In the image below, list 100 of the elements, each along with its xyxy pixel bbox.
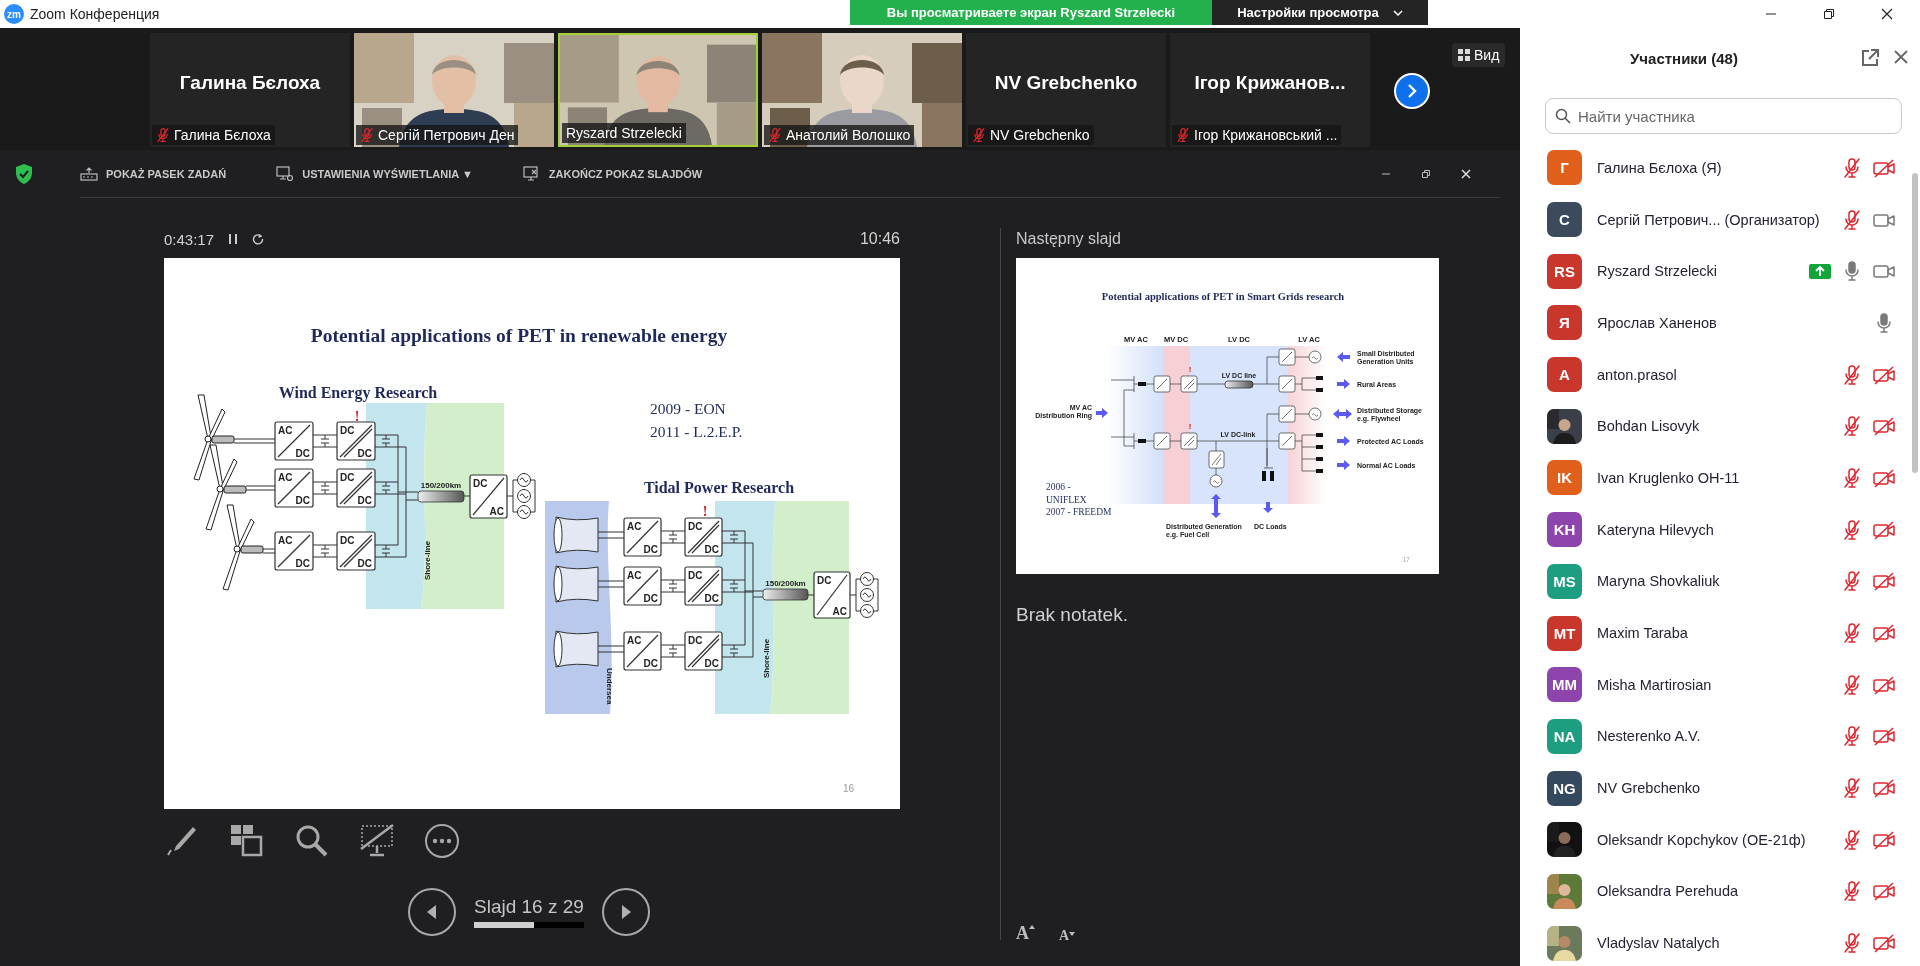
view-button[interactable]: Вид	[1452, 43, 1506, 67]
search-field[interactable]: Найти участника	[1545, 98, 1902, 134]
participant-name[interactable]: Nesterenko A.V.	[1597, 728, 1701, 745]
muted-mic-icon[interactable]	[1842, 622, 1862, 645]
muted-mic-icon[interactable]	[1842, 828, 1862, 851]
undersea-label: Undersea	[605, 668, 614, 705]
view-options-button[interactable]: Настройки просмотра	[1212, 0, 1428, 25]
participant-name[interactable]: Ryszard Strzelecki	[1597, 263, 1718, 280]
converter-label: AC	[278, 425, 293, 436]
scrollbar[interactable]	[1912, 173, 1918, 473]
participant-name[interactable]: Oleksandr Kopchykov (ОЕ-21ф)	[1597, 831, 1806, 848]
chevron-icon	[1392, 9, 1403, 16]
video-tile[interactable]: Ігор Крижанов... Ігор Крижановський ...	[1170, 33, 1370, 147]
more-button[interactable]	[424, 823, 460, 859]
toolbar-button[interactable]: POKAŻ PASEK ZADAŃ	[80, 166, 227, 181]
camera-off-icon[interactable]	[1872, 415, 1896, 438]
alert-mark: !	[1188, 422, 1192, 431]
participant-name: Ігор Крижановський ...	[1194, 127, 1338, 143]
video-tile[interactable]: Сергій Петрович Ден	[354, 33, 554, 147]
search-icon	[1555, 108, 1571, 124]
increase-font-button[interactable]: A	[1016, 923, 1035, 944]
camera-off-icon[interactable]	[1872, 363, 1896, 386]
participant-name[interactable]: anton.prasol	[1597, 366, 1677, 383]
slide-counter: Slajd 16 z 29	[474, 896, 584, 918]
camera-off-icon[interactable]	[1872, 673, 1896, 696]
pause-button[interactable]	[228, 233, 239, 245]
avatar: MM	[1547, 667, 1582, 703]
participant-name[interactable]: Vladyslav Natalych	[1597, 935, 1720, 952]
toolbar-button[interactable]: USTAWIENIA WYŚWIETLANIA ▼	[276, 165, 473, 182]
shield-icon[interactable]	[14, 162, 34, 185]
muted-mic-icon[interactable]	[1842, 208, 1862, 231]
camera-off-icon[interactable]	[1872, 880, 1896, 903]
converter-label: AC	[627, 521, 642, 532]
converter-label: AC	[627, 570, 642, 581]
participant-name: Сергій Петрович Ден	[378, 127, 515, 143]
restore-icon	[1823, 8, 1835, 20]
muted-mic-icon[interactable]	[1842, 777, 1862, 800]
avatar: Я	[1547, 305, 1582, 341]
participant-name[interactable]: NV Grebchenko	[1597, 780, 1701, 797]
cable-label: 150/200km	[765, 579, 806, 588]
muted-mic-icon[interactable]	[1842, 570, 1862, 593]
zoom-button[interactable]	[294, 823, 330, 859]
previous-slide-button[interactable]	[408, 888, 456, 936]
camera-off-icon[interactable]	[1872, 570, 1896, 593]
converter-label: DC	[340, 425, 355, 436]
screen-button[interactable]	[359, 823, 395, 859]
end-show-icon	[522, 165, 541, 182]
participant-name[interactable]: Ярослав Ханенов	[1597, 314, 1717, 331]
camera-off-icon[interactable]	[1872, 932, 1896, 955]
pop-out-button[interactable]	[1860, 48, 1880, 68]
muted-mic-icon[interactable]	[1842, 725, 1862, 748]
camera-off-icon[interactable]	[1872, 777, 1896, 800]
video-tile[interactable]: Галина Бєлоха Галина Бєлоха	[150, 33, 350, 147]
converter-label: DC	[704, 658, 719, 669]
video-tile[interactable]: Анатолий Волошко	[762, 33, 962, 147]
next-page-button[interactable]	[1394, 73, 1430, 109]
toolbar-button[interactable]: ZAKOŃCZ POKAZ SLAJDÓW	[522, 165, 703, 182]
muted-mic-icon[interactable]	[1842, 932, 1862, 955]
converter-label: AC	[278, 472, 293, 483]
camera-off-icon[interactable]	[1872, 156, 1896, 179]
participant-name[interactable]: Misha Martirosian	[1597, 676, 1712, 693]
avatar: RS	[1547, 253, 1582, 289]
next-slide-button[interactable]	[601, 888, 650, 936]
mic-icon[interactable]	[1874, 311, 1894, 334]
muted-mic-icon[interactable]	[1842, 880, 1862, 903]
muted-mic-icon[interactable]	[1842, 156, 1862, 179]
camera-off-icon[interactable]	[1872, 725, 1896, 748]
participant-name[interactable]: Сергій Петрович... (Организатор)	[1597, 211, 1820, 228]
participant-name[interactable]: Maxim Taraba	[1597, 625, 1688, 642]
participant-name[interactable]: Maryna Shovkaliuk	[1597, 573, 1720, 590]
converter-label: DC	[295, 558, 310, 569]
muted-mic-icon[interactable]	[1842, 466, 1862, 489]
muted-mic-icon[interactable]	[1842, 673, 1862, 696]
reset-button[interactable]	[252, 233, 265, 245]
participant-name[interactable]: Bohdan Lisovyk	[1597, 418, 1700, 435]
mic-icon[interactable]	[1842, 260, 1862, 283]
slides-button[interactable]	[229, 823, 265, 859]
muted-mic-icon[interactable]	[1842, 518, 1862, 541]
decrease-font-button[interactable]: A	[1059, 923, 1076, 944]
slide-title: Potential applications of PET in Smart Grids research	[1101, 291, 1345, 302]
year-label: 2009 - EON	[650, 400, 726, 417]
chevron-right-icon	[1406, 83, 1418, 99]
converter-label: DC	[704, 544, 719, 555]
alert-mark: !	[702, 504, 708, 519]
avatar: KH	[1547, 512, 1582, 548]
camera-off-icon[interactable]	[1872, 622, 1896, 645]
participant-name[interactable]: Галина Бєлоха (Я)	[1597, 159, 1722, 176]
avatar: MS	[1547, 563, 1582, 599]
participant-name[interactable]: Ivan Kruglenko ОН-11	[1597, 469, 1740, 486]
video-tile[interactable]: Ryszard Strzelecki	[558, 33, 758, 147]
camera-off-icon[interactable]	[1872, 828, 1896, 851]
muted-mic-icon[interactable]	[1842, 415, 1862, 438]
camera-off-icon[interactable]	[1872, 466, 1896, 489]
participant-name[interactable]: Kateryna Hilevych	[1597, 521, 1714, 538]
participant-name[interactable]: Oleksandra Perehuda	[1597, 883, 1739, 900]
converter-label: DC	[340, 472, 355, 483]
converter-label: AC	[832, 606, 847, 617]
muted-mic-icon[interactable]	[1842, 363, 1862, 386]
camera-off-icon[interactable]	[1872, 518, 1896, 541]
video-tile[interactable]: NV Grebchenko NV Grebchenko	[966, 33, 1166, 147]
